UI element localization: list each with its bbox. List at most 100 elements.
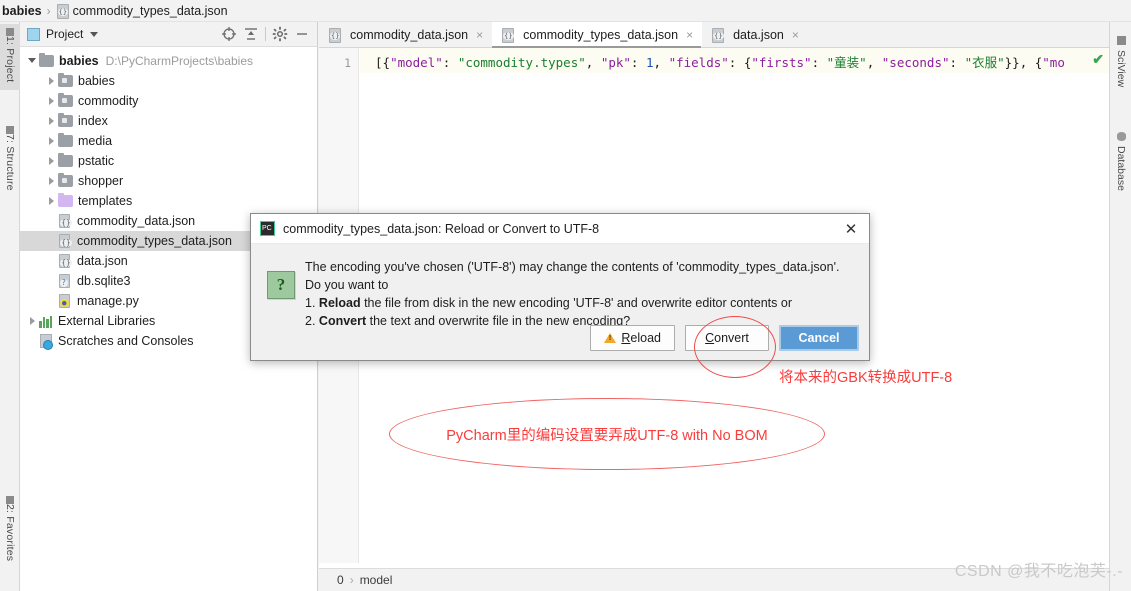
grid-icon [1116, 36, 1126, 45]
tree-item-label: Scratches and Consoles [58, 334, 194, 348]
dialog-message-item-1: 1. Reload the file from disk in the new … [305, 294, 839, 312]
cancel-button[interactable]: Cancel [779, 325, 859, 351]
chevron-right-icon[interactable] [45, 151, 58, 171]
close-icon[interactable]: × [686, 29, 693, 41]
chevron-right-icon[interactable] [45, 111, 58, 131]
tool-tab-project[interactable]: 1: Project [0, 24, 20, 90]
json-file-icon [711, 27, 725, 43]
close-icon[interactable]: ✕ [839, 218, 863, 240]
json-file-icon: {} [58, 233, 73, 249]
json-file-icon [56, 3, 69, 19]
json-file-icon [501, 27, 515, 43]
chevron-down-icon[interactable] [90, 31, 99, 37]
tree-item-templates[interactable]: templates [20, 191, 317, 211]
editor-tab-commodity-data-json[interactable]: commodity_data.json × [319, 22, 492, 47]
breadcrumb-leaf[interactable]: commodity_types_data.json [73, 4, 228, 18]
tree-item-label: shopper [78, 174, 124, 188]
chevron-right-icon[interactable] [45, 71, 58, 91]
code-token: : [630, 55, 646, 70]
code-token: "seconds" [881, 55, 950, 70]
csdn-watermark: CSDN @我不吃泡芙-.- [954, 563, 1123, 580]
convert-button[interactable]: Convert [685, 325, 769, 351]
cancel-button-label: Cancel [798, 331, 840, 345]
tree-item-label: db.sqlite3 [77, 274, 131, 288]
reload-button[interactable]: Reload [590, 325, 675, 351]
reload-button-label: Reload [621, 331, 661, 345]
breadcrumb-root[interactable]: babies [2, 4, 42, 18]
json-file-icon [328, 27, 341, 43]
tree-item-shopper[interactable]: shopper [20, 171, 317, 191]
status-crumb-field[interactable]: model [360, 573, 393, 587]
tool-tab-sciview[interactable]: SciView [1110, 30, 1131, 104]
right-tool-strip: SciView Database [1109, 22, 1131, 591]
code-token: 1 [645, 55, 654, 70]
folder-grey-icon [39, 53, 54, 67]
gear-icon[interactable] [269, 23, 291, 45]
python-file-icon: ● [58, 293, 72, 309]
tool-tab-database[interactable]: Database [1110, 126, 1131, 204]
chevron-right-icon[interactable] [45, 131, 58, 151]
tool-tab-structure-label: 7: Structure [4, 134, 16, 191]
close-icon[interactable]: × [476, 29, 483, 41]
tool-tab-favorites[interactable]: 2: Favorites [0, 492, 20, 570]
code-token: "童装" [826, 55, 867, 70]
sqlite-file-icon: ? [58, 273, 72, 289]
chevron-right-icon[interactable] [45, 191, 58, 211]
tree-item-label: media [78, 134, 113, 148]
tree-item-path: D:\PyCharmProjects\babies [105, 54, 253, 68]
code-token: "mo [1042, 55, 1065, 70]
code-token: , [585, 55, 601, 70]
collapse-all-icon[interactable] [240, 23, 262, 45]
project-icon [27, 27, 40, 41]
status-crumb-index[interactable]: 0 [337, 573, 344, 587]
code-token: "pk" [600, 55, 631, 70]
green-check-icon[interactable]: ✔ [1092, 51, 1104, 68]
tree-item-babies[interactable]: babies D:\PyCharmProjects\babies [20, 51, 317, 71]
folder-grey-icon [58, 133, 73, 147]
code-token: "fields" [668, 55, 729, 70]
tree-item-babies[interactable]: babies [20, 71, 317, 91]
minimize-icon[interactable] [291, 23, 313, 45]
folder-module-icon [58, 173, 73, 187]
tree-item-label: commodity [78, 94, 139, 108]
chevron-down-icon[interactable] [26, 51, 39, 71]
tool-tab-project-label: 1: Project [4, 36, 16, 83]
tree-item-label: babies [59, 54, 99, 68]
dialog-button-row: Reload Convert Cancel [590, 325, 859, 351]
locate-icon[interactable] [218, 23, 240, 45]
code-token: : { [728, 55, 752, 70]
favorites-star-icon [6, 496, 14, 504]
tool-tab-structure[interactable]: 7: Structure [0, 122, 20, 200]
folder-module-icon [58, 93, 73, 107]
tree-item-commodity[interactable]: commodity [20, 91, 317, 111]
dialog-title-bar: commodity_types_data.json: Reload or Con… [251, 214, 869, 244]
chevron-right-icon[interactable] [45, 91, 58, 111]
folder-module-icon [58, 113, 73, 127]
breadcrumb-separator: › [46, 3, 51, 18]
library-icon [39, 314, 53, 328]
tool-tab-favorites-label: 2: Favorites [4, 504, 16, 562]
close-icon[interactable]: × [792, 29, 799, 41]
tree-item-index[interactable]: index [20, 111, 317, 131]
code-token: : [442, 55, 458, 70]
item-2-action: Convert [318, 314, 367, 328]
tree-item-media[interactable]: media [20, 131, 317, 151]
status-crumb-separator: › [349, 573, 354, 587]
chevron-right-icon[interactable] [26, 311, 39, 331]
editor-tab-data-json[interactable]: data.json × [702, 22, 808, 47]
tree-item-label: commodity_data.json [77, 214, 196, 228]
database-icon [1116, 132, 1126, 141]
dialog-message-line-1: The encoding you've chosen ('UTF-8') may… [305, 260, 840, 274]
tree-item-pstatic[interactable]: pstatic [20, 151, 317, 171]
line-number: 1 [344, 56, 351, 70]
pycharm-window: babies › commodity_types_data.json 1: Pr… [0, 0, 1131, 591]
chevron-right-icon[interactable] [45, 171, 58, 191]
tool-tab-database-label: Database [1115, 146, 1127, 191]
code-token: : [949, 55, 965, 70]
editor-tab-commodity-types-data-json[interactable]: commodity_types_data.json × [492, 22, 703, 48]
item-2-number: 2. [305, 314, 316, 328]
item-1-rest: the file from disk in the new encoding '… [360, 296, 792, 310]
